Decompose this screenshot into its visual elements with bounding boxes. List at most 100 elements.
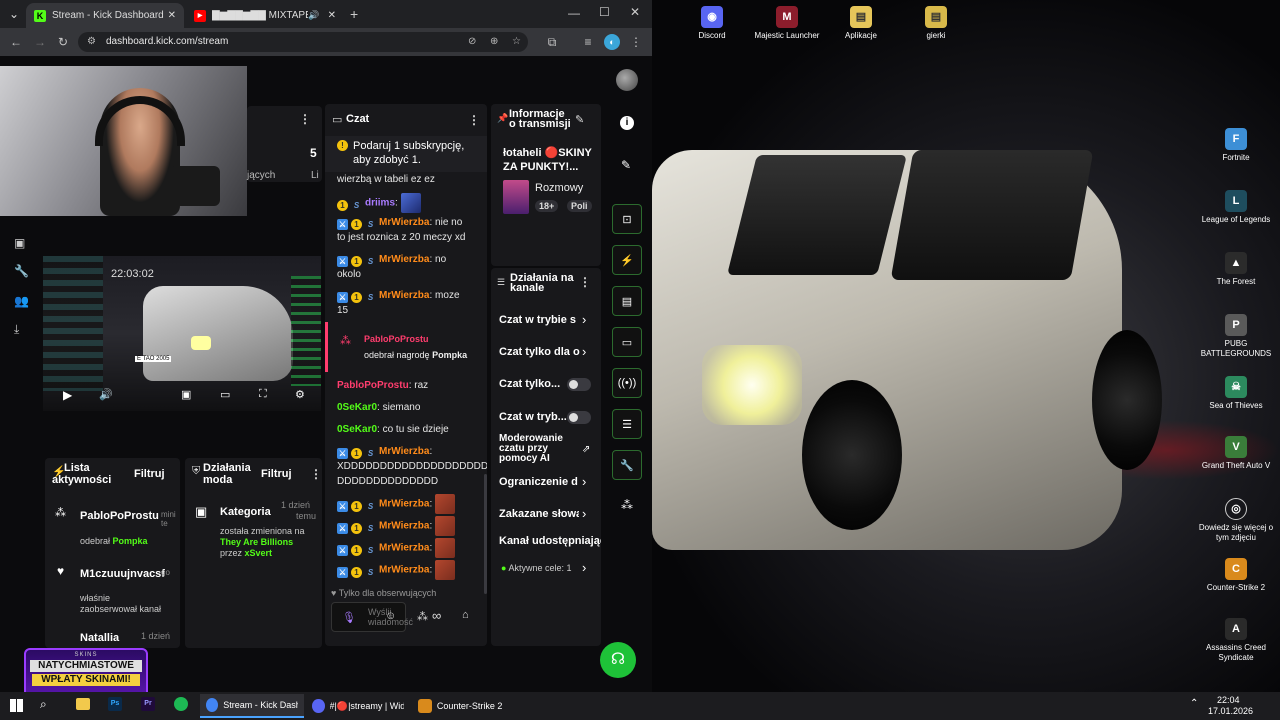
mod-actions-panel: ⛨ Działania moda Filtruj ⋮ ▣ Kategoria 1…: [185, 458, 322, 648]
address-bar[interactable]: ⚙ dashboard.kick.com/stream ⊘ ⊕ ☆: [78, 32, 528, 52]
new-tab-button[interactable]: +: [350, 6, 358, 22]
kebab-menu-icon[interactable]: ⋮: [579, 275, 591, 289]
microphone-icon[interactable]: 🎙: [342, 611, 356, 624]
tray-chevron-icon[interactable]: ⌃: [1190, 698, 1198, 709]
close-icon[interactable]: ✕: [328, 10, 336, 21]
desktop-icon-pubg[interactable]: P PUBG BATTLEGROUNDS: [1196, 314, 1276, 359]
community-icon[interactable]: ⁂: [417, 610, 428, 623]
theater-icon[interactable]: ▭: [220, 388, 230, 401]
menu-icon[interactable]: ⋮: [628, 34, 644, 50]
profile-icon[interactable]: ◐: [604, 34, 620, 50]
desktop-icon-lol[interactable]: L League of Legends: [1196, 190, 1276, 225]
action-ai-moderation[interactable]: Moderowanie czatu przy pomocy AI: [499, 434, 563, 464]
gear-icon[interactable]: ⚙: [295, 388, 305, 401]
kebab-menu-icon[interactable]: ⋮: [468, 113, 480, 127]
volume-icon[interactable]: 🔊: [99, 388, 113, 401]
chevron-right-icon[interactable]: ›: [582, 474, 586, 489]
pip-icon[interactable]: ▣: [181, 388, 191, 401]
store-icon[interactable]: ⌂: [462, 609, 469, 621]
tab-kick-dashboard[interactable]: K Stream - Kick Dashboard ✕: [26, 3, 184, 28]
desktop-icon-gierki[interactable]: ▤ gierki: [896, 6, 976, 41]
chevron-right-icon[interactable]: ›: [582, 344, 586, 359]
premiere-icon[interactable]: Pr: [141, 697, 155, 711]
tab-youtube[interactable]: ▶ ▇▆▇▇▆▇▇ MIXTAPE ( 🔊 ✕: [186, 3, 344, 28]
kebab-menu-icon[interactable]: ⋮: [310, 467, 322, 481]
taskbar-item-discord[interactable]: #|🔴|streamy | Wid...: [306, 694, 410, 718]
desktop-icon-majestic[interactable]: M Majestic Launcher: [747, 6, 827, 41]
fullscreen-icon[interactable]: ⛶: [259, 388, 267, 401]
close-icon[interactable]: ✕: [168, 10, 176, 21]
chat-scrollbar[interactable]: [484, 474, 487, 594]
kebab-menu-icon[interactable]: ⋮: [299, 112, 311, 126]
bookmark-star-icon[interactable]: ☆: [512, 32, 521, 52]
edit-pencil-icon[interactable]: ✎: [575, 113, 584, 126]
tab-search-icon[interactable]: ⌄: [6, 6, 22, 22]
clock-date[interactable]: 17.01.2026: [1208, 706, 1253, 716]
chevron-right-icon[interactable]: ›: [582, 560, 586, 575]
taskbar-item-cs2[interactable]: Counter-Strike 2: [412, 694, 508, 718]
taskbar-item-chrome[interactable]: Stream - Kick Dash...: [200, 694, 304, 718]
back-icon[interactable]: ←: [8, 34, 24, 50]
close-window-button[interactable]: ✕: [630, 5, 640, 19]
desktop-icon-aplikacje[interactable]: ▤ Aplikacje: [821, 6, 901, 41]
action-restrictions[interactable]: Ograniczenie d: [499, 476, 579, 488]
desktop-icon-gta-v[interactable]: V Grand Theft Auto V: [1196, 436, 1276, 471]
desktop-icon-spotlight[interactable]: ◎ Dowiedz się więcej o tym zdjęciu: [1196, 498, 1276, 543]
sub-badge-icon: 1: [351, 522, 362, 534]
search-icon[interactable]: ⌕: [40, 697, 47, 712]
file-explorer-icon[interactable]: [76, 698, 90, 710]
nav-icon-video[interactable]: ▣: [14, 236, 25, 250]
desktop-icon-the-forest[interactable]: ▲ The Forest: [1196, 252, 1276, 287]
edit-pencil-icon[interactable]: ✎: [621, 158, 631, 172]
emote-only-toggle[interactable]: [567, 411, 591, 424]
speaker-icon[interactable]: 🔊: [308, 10, 319, 21]
forward-icon[interactable]: →: [32, 34, 48, 50]
spotify-icon[interactable]: [174, 697, 188, 711]
quick-action-clip[interactable]: ⊡: [612, 204, 642, 234]
subs-only-toggle[interactable]: [567, 378, 591, 391]
infinity-icon[interactable]: ∞: [432, 608, 441, 623]
desktop-icon-sea-of-thieves[interactable]: ☠ Sea of Thieves: [1196, 376, 1276, 411]
reload-icon[interactable]: ↻: [55, 34, 71, 50]
desktop-icon-cs2[interactable]: C Counter-Strike 2: [1196, 558, 1276, 593]
minimize-button[interactable]: —: [568, 6, 580, 20]
quick-action-prediction[interactable]: ☰: [612, 409, 642, 439]
zoom-icon[interactable]: ⊕: [490, 32, 498, 52]
community-icon[interactable]: ⁂: [621, 498, 633, 512]
stream-preview[interactable]: E TAO 2005 22:03:02 ▶ 🔊 ▣ ▭ ⛶ ⚙: [43, 256, 321, 411]
activity-filter-button[interactable]: Filtruj: [134, 468, 165, 480]
clock-time[interactable]: 22:04: [1217, 695, 1240, 705]
desktop-icon-ac-syndicate[interactable]: A Assassins Creed Syndicate: [1196, 618, 1276, 663]
desktop-icon-discord[interactable]: ◉ Discord: [672, 6, 752, 41]
active-goals[interactable]: ● Aktywne cele: 1: [501, 563, 571, 573]
chevron-right-icon[interactable]: ›: [582, 312, 586, 327]
download-icon[interactable]: ⤓: [14, 322, 19, 337]
quick-action-poll[interactable]: ▤: [612, 286, 642, 316]
chevron-right-icon[interactable]: ›: [582, 506, 586, 521]
windows-start-icon[interactable]: [10, 699, 23, 712]
users-icon[interactable]: 👥: [14, 294, 29, 308]
pinned-gift-banner[interactable]: ! Podaruj 1 subskrypcję, aby zdobyć 1.: [325, 136, 487, 172]
quick-action-settings[interactable]: 🔧: [612, 450, 642, 480]
quick-action-raid[interactable]: ⚡: [612, 245, 642, 275]
eye-off-icon[interactable]: ⊘: [468, 32, 476, 52]
action-banned-words[interactable]: Zakazane słowa: [499, 508, 579, 520]
site-info-icon[interactable]: ⚙: [87, 32, 96, 52]
emote-picker-icon[interactable]: ☺: [385, 610, 396, 622]
mod-filter-button[interactable]: Filtruj: [261, 468, 292, 480]
media-control-icon[interactable]: ≡: [580, 34, 596, 50]
quick-action-chat[interactable]: ▭: [612, 327, 642, 357]
maximize-button[interactable]: ☐: [599, 5, 610, 19]
play-icon[interactable]: ▶: [63, 388, 72, 402]
photoshop-icon[interactable]: Ps: [108, 697, 122, 711]
quick-action-broadcast[interactable]: ((•)): [612, 368, 642, 398]
avatar[interactable]: [616, 69, 638, 91]
extensions-icon[interactable]: ⧉: [544, 34, 560, 50]
wrench-icon[interactable]: 🔧: [14, 264, 29, 278]
mod-badge-icon: ⚔: [337, 500, 348, 512]
info-icon[interactable]: i: [620, 116, 634, 130]
support-button[interactable]: ☊: [600, 642, 636, 678]
action-shared-channel[interactable]: Kanał udostępniając: [499, 535, 601, 547]
external-link-icon[interactable]: ⇗: [582, 444, 590, 455]
desktop-icon-fortnite[interactable]: F Fortnite: [1196, 128, 1276, 163]
